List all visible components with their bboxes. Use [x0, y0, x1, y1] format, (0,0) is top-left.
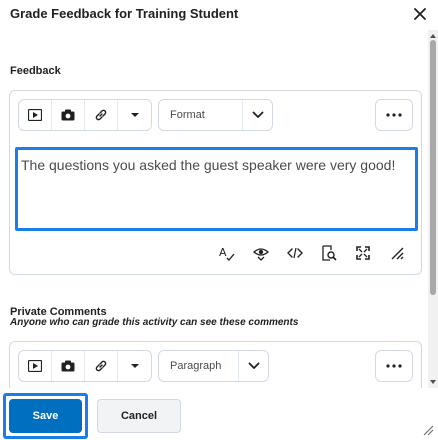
insert-media-button[interactable] [19, 351, 52, 381]
insert-quicklink-button[interactable] [52, 100, 85, 130]
ellipsis-icon [386, 113, 402, 117]
dialog-footer: Save Cancel [0, 388, 438, 440]
save-button[interactable]: Save [9, 399, 82, 433]
source-code-icon[interactable] [285, 245, 305, 261]
feedback-text-area[interactable]: The questions you asked the guest speake… [15, 147, 418, 231]
insert-button-group [18, 350, 152, 382]
private-comments-toolbar: Paragraph [18, 350, 269, 382]
more-insert-dropdown[interactable] [118, 100, 151, 130]
feedback-label: Feedback [10, 65, 61, 77]
paragraph-select-label: Paragraph [170, 360, 222, 372]
more-insert-dropdown[interactable] [118, 351, 151, 381]
ellipsis-icon [386, 364, 402, 368]
spellcheck-icon[interactable]: A [217, 245, 237, 261]
scroll-up-icon[interactable] [429, 32, 437, 40]
insert-quicklink-button[interactable] [52, 351, 85, 381]
play-icon [28, 109, 42, 121]
fullscreen-icon[interactable] [353, 245, 373, 261]
accessibility-checker-icon[interactable] [251, 245, 271, 261]
private-comments-sublabel: Anyone who can grade this activity can s… [10, 317, 299, 328]
feedback-editor: Format The questions you asked the guest… [9, 90, 422, 275]
feedback-toolbar: Format [18, 99, 273, 131]
cancel-button[interactable]: Cancel [97, 399, 181, 433]
insert-button-group [18, 99, 152, 131]
insert-media-button[interactable] [19, 100, 52, 130]
more-actions-button[interactable] [375, 350, 413, 382]
camera-icon [61, 360, 75, 372]
caret-down-icon [130, 364, 139, 368]
insert-link-button[interactable] [85, 351, 118, 381]
resize-editor-icon[interactable] [387, 245, 407, 261]
scrollbar-thumb[interactable] [430, 40, 436, 295]
format-select[interactable]: Format [158, 99, 273, 131]
scroll-down-icon[interactable] [429, 378, 437, 386]
paragraph-select[interactable]: Paragraph [158, 350, 269, 382]
play-icon [28, 360, 42, 372]
vertical-scrollbar[interactable] [428, 30, 438, 388]
format-select-label: Format [170, 109, 205, 121]
svg-text:A: A [219, 246, 227, 259]
close-icon [414, 8, 426, 20]
link-icon [95, 360, 107, 372]
chevron-down-icon [242, 100, 272, 130]
private-comments-editor: Paragraph [9, 341, 422, 388]
caret-down-icon [130, 113, 139, 117]
dialog-resize-icon[interactable] [422, 424, 434, 436]
link-icon [95, 109, 107, 121]
preview-icon[interactable] [319, 245, 339, 261]
chevron-down-icon [238, 351, 268, 381]
dialog-body[interactable]: Feedback Format The questions you asked … [0, 30, 436, 388]
dialog-title: Grade Feedback for Training Student [10, 6, 239, 21]
feedback-bottom-toolbar: A [217, 245, 407, 261]
close-button[interactable] [410, 4, 430, 24]
more-actions-button[interactable] [375, 99, 413, 131]
insert-link-button[interactable] [85, 100, 118, 130]
camera-icon [61, 109, 75, 121]
